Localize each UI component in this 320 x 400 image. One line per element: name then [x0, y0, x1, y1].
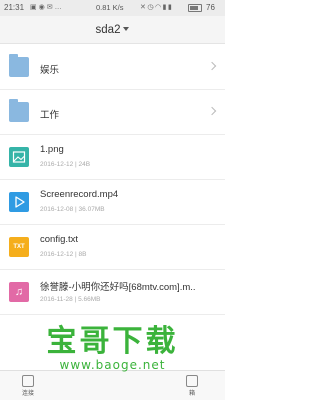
tab-box[interactable]: 箱	[172, 371, 212, 400]
status-bar: 21:31 ▣◉✉… 0.81 K/s ✕◷◠▮▮ 76	[0, 0, 225, 16]
item-name: 1.png	[40, 144, 64, 155]
network-speed: 0.81 K/s	[96, 3, 124, 12]
list-item[interactable]: Screenrecord.mp4 2016-12-08 | 36.07MB	[0, 180, 225, 225]
watermark-title: 宝哥下载	[46, 324, 179, 359]
item-meta: 2016-12-08 | 36.07MB	[40, 206, 105, 213]
item-name: 娱乐	[40, 65, 60, 76]
item-name: config.txt	[40, 234, 79, 245]
chevron-right-icon	[207, 106, 217, 116]
system-icons: ✕◷◠▮▮	[140, 3, 173, 11]
item-name: Screenrecord.mp4	[40, 189, 119, 200]
bottom-bar: 连接 箱	[0, 370, 225, 400]
message-icon: ✉	[46, 4, 55, 11]
tab-label: 连接	[21, 391, 34, 397]
video-file-icon	[9, 192, 29, 212]
tab-connect[interactable]: 连接	[8, 371, 48, 400]
item-name: 徐誉滕-小明你还好吗[68mtv.com].m..	[40, 282, 196, 293]
alarm-icon: ◷	[147, 4, 155, 11]
item-meta: 2016-12-12 | 24B	[40, 161, 91, 168]
box-icon	[186, 375, 198, 387]
notification-icons: ▣◉✉…	[30, 3, 64, 11]
list-item[interactable]: 工作	[0, 90, 225, 135]
file-list: 娱乐 工作 1.png 2016-12-12 | 24B Screenrecor…	[0, 45, 225, 315]
more-icon: …	[54, 4, 64, 11]
chat-icon: ◉	[38, 4, 47, 11]
item-name: 工作	[40, 110, 60, 121]
folder-icon	[9, 99, 29, 122]
title-bar[interactable]: sda2	[0, 16, 225, 44]
folder-icon	[9, 54, 29, 77]
signal-icon: ▮▮	[162, 4, 174, 11]
list-item[interactable]: ♫ 徐誉滕-小明你还好吗[68mtv.com].m.. 2016-11-28 |…	[0, 270, 225, 315]
battery-icon	[188, 4, 202, 12]
status-time: 21:31	[4, 3, 25, 12]
text-file-icon: TXT	[9, 237, 29, 257]
list-item[interactable]: 娱乐	[0, 45, 225, 90]
item-meta: 2016-12-12 | 8B	[40, 251, 87, 258]
connect-icon	[22, 375, 34, 387]
page-title[interactable]: sda2	[96, 24, 121, 36]
image-file-icon	[9, 147, 29, 167]
chevron-right-icon	[207, 61, 217, 71]
tab-label: 箱	[188, 391, 195, 397]
item-meta: 2016-11-28 | 5.66MB	[40, 296, 101, 303]
music-file-icon: ♫	[9, 282, 29, 302]
image-icon: ▣	[30, 4, 39, 11]
watermark: 宝哥下载 www.baoge.net	[0, 324, 225, 373]
wifi-icon: ◠	[154, 4, 163, 11]
list-item[interactable]: 1.png 2016-12-12 | 24B	[0, 135, 225, 180]
battery-percent: 76	[206, 3, 215, 12]
dropdown-caret-icon[interactable]	[123, 27, 130, 31]
list-item[interactable]: TXT config.txt 2016-12-12 | 8B	[0, 225, 225, 270]
